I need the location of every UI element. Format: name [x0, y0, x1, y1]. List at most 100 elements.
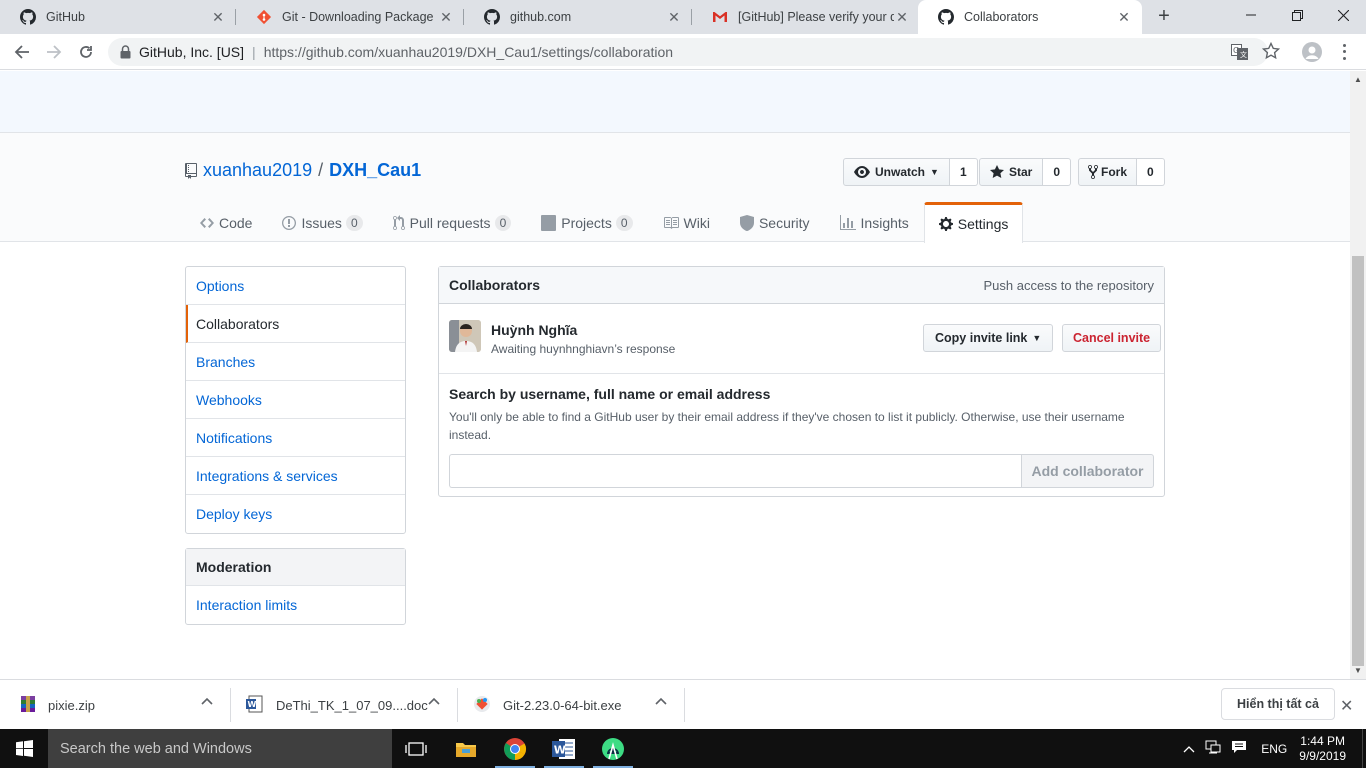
- github-icon: [20, 9, 36, 25]
- fork-button[interactable]: Fork: [1078, 158, 1138, 186]
- repo-nav: Code Issues 0 Pull requests 0 Projects 0…: [185, 202, 1024, 243]
- tab-projects[interactable]: Projects 0: [526, 202, 647, 242]
- cancel-invite-button[interactable]: Cancel invite: [1062, 324, 1162, 352]
- collaborators-note: Push access to the repository: [983, 277, 1154, 293]
- stargazers-count[interactable]: 0: [1043, 158, 1072, 186]
- network-icon[interactable]: [1205, 740, 1221, 757]
- star-button[interactable]: Star: [979, 158, 1044, 186]
- search-input-group: Add collaborator: [449, 454, 1154, 488]
- menu-item-notifications[interactable]: Notifications: [186, 419, 405, 457]
- svg-text:G: G: [1233, 46, 1239, 55]
- browser-tab[interactable]: [GitHub] Please verify your dev ✕: [692, 0, 920, 34]
- taskbar-clock[interactable]: 1:44 PM 9/9/2019: [1287, 734, 1362, 764]
- clock-time: 1:44 PM: [1300, 733, 1345, 748]
- repo-title-separator: /: [318, 160, 324, 180]
- action-center-icon[interactable]: [1231, 740, 1247, 757]
- close-icon[interactable]: ✕: [1340, 696, 1353, 716]
- browser-tab[interactable]: GitHub ✕: [0, 0, 236, 34]
- reload-button[interactable]: [73, 39, 99, 65]
- minimize-window-button[interactable]: [1228, 0, 1274, 30]
- watchers-count[interactable]: 1: [949, 158, 978, 186]
- forward-button[interactable]: [41, 39, 67, 65]
- chevron-up-icon[interactable]: [653, 694, 669, 710]
- search-note: You'll only be able to find a GitHub use…: [449, 410, 1125, 442]
- tab-settings[interactable]: Settings: [923, 202, 1024, 243]
- android-studio-taskbar-button[interactable]: [589, 729, 637, 768]
- back-button[interactable]: [9, 39, 35, 65]
- repo-icon: [185, 162, 197, 179]
- close-icon[interactable]: ✕: [210, 9, 226, 26]
- forks-count[interactable]: 0: [1137, 158, 1165, 186]
- svg-text:文: 文: [1240, 50, 1247, 59]
- restore-window-button[interactable]: [1274, 0, 1320, 30]
- lock-icon: [120, 45, 131, 59]
- browser-tab-active[interactable]: Collaborators ✕: [918, 0, 1142, 34]
- show-desktop-button[interactable]: [1362, 729, 1366, 768]
- word-taskbar-button[interactable]: W: [540, 729, 588, 768]
- bookmark-star-icon[interactable]: [1261, 41, 1281, 63]
- avatar[interactable]: [449, 320, 481, 352]
- projects-count: 0: [615, 214, 633, 231]
- menu-item-interaction-limits[interactable]: Interaction limits: [186, 586, 405, 624]
- windows-taskbar: Search the web and Windows W ENG 1:44 PM…: [0, 729, 1366, 768]
- page-scrollbar[interactable]: ▲ ▼: [1350, 71, 1366, 679]
- tab-pull-requests[interactable]: Pull requests 0: [378, 202, 527, 242]
- tab-insights[interactable]: Insights: [825, 202, 924, 242]
- reload-icon: [80, 46, 92, 58]
- close-window-button[interactable]: [1320, 0, 1366, 30]
- github-icon: [938, 9, 954, 25]
- menu-item-webhooks[interactable]: Webhooks: [186, 381, 405, 419]
- task-view-button[interactable]: [392, 729, 440, 768]
- git-icon: [256, 9, 272, 25]
- close-icon[interactable]: ✕: [438, 9, 454, 26]
- chrome-taskbar-button[interactable]: [491, 729, 539, 768]
- copy-invite-link-button[interactable]: Copy invite link ▼: [923, 324, 1054, 352]
- browser-menu-icon[interactable]: [1336, 42, 1352, 62]
- repo-owner-link[interactable]: xuanhau2019: [203, 160, 312, 181]
- show-all-downloads-button[interactable]: Hiển thị tất cả: [1221, 688, 1335, 720]
- browser-tab[interactable]: Git - Downloading Package ✕: [236, 0, 464, 34]
- close-icon[interactable]: ✕: [666, 9, 682, 26]
- close-icon[interactable]: ✕: [894, 9, 910, 26]
- menu-item-options[interactable]: Options: [186, 267, 405, 305]
- new-tab-button[interactable]: +: [1152, 6, 1176, 27]
- chevron-up-icon[interactable]: [426, 694, 442, 710]
- profile-avatar-icon[interactable]: [1302, 42, 1322, 62]
- search-input[interactable]: [449, 454, 1021, 488]
- word-icon: W: [552, 738, 575, 759]
- download-item[interactable]: Git-2.23.0-64-bit.exe: [473, 687, 622, 723]
- translate-icon[interactable]: G文: [1231, 44, 1248, 63]
- scroll-down-icon[interactable]: ▼: [1354, 666, 1362, 675]
- scrollbar-thumb[interactable]: [1352, 256, 1364, 666]
- tab-wiki[interactable]: Wiki: [648, 202, 725, 242]
- download-item[interactable]: W DeThi_TK_1_07_09....doc: [246, 687, 428, 723]
- start-button[interactable]: [0, 729, 48, 768]
- scroll-up-icon[interactable]: ▲: [1354, 75, 1362, 84]
- unwatch-button[interactable]: Unwatch ▼: [843, 158, 950, 186]
- chevron-up-icon[interactable]: [1183, 742, 1195, 756]
- taskbar-search-box[interactable]: Search the web and Windows: [48, 729, 392, 768]
- add-collaborator-button[interactable]: Add collaborator: [1021, 454, 1154, 488]
- android-studio-icon: [602, 737, 624, 760]
- menu-item-deploy-keys[interactable]: Deploy keys: [186, 495, 405, 533]
- tab-issues[interactable]: Issues 0: [267, 202, 377, 242]
- menu-item-collaborators[interactable]: Collaborators: [186, 305, 405, 343]
- word-doc-icon: W: [246, 695, 264, 716]
- repo-name-link[interactable]: DXH_Cau1: [329, 160, 421, 181]
- menu-item-integrations[interactable]: Integrations & services: [186, 457, 405, 495]
- download-item[interactable]: pixie.zip: [20, 687, 95, 723]
- fork-action: Fork 0: [1078, 158, 1165, 186]
- fork-label: Fork: [1101, 165, 1128, 179]
- chevron-up-icon[interactable]: [199, 694, 215, 710]
- tab-code[interactable]: Code: [185, 202, 267, 242]
- browser-tab[interactable]: github.com ✕: [464, 0, 692, 34]
- menu-item-branches[interactable]: Branches: [186, 343, 405, 381]
- tab-pull-requests-label: Pull requests: [409, 214, 491, 231]
- close-icon[interactable]: ✕: [1116, 9, 1132, 26]
- file-explorer-button[interactable]: [442, 729, 490, 768]
- collaborator-name[interactable]: Huỳnh Nghĩa: [491, 322, 577, 338]
- tab-title: Git - Downloading Package: [282, 10, 434, 24]
- tab-security[interactable]: Security: [725, 202, 825, 242]
- address-bar[interactable]: GitHub, Inc. [US] | https://github.com/x…: [108, 38, 1268, 66]
- language-indicator[interactable]: ENG: [1261, 742, 1287, 756]
